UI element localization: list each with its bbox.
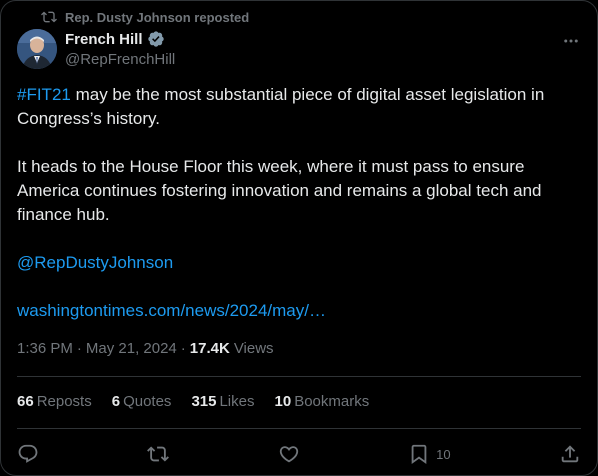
divider (17, 428, 581, 429)
action-bar: 10 (17, 441, 581, 467)
engagement-stats: 66 Reposts 6 Quotes 315 Likes 10 Bookmarks (17, 393, 369, 410)
tweet-time[interactable]: 1:36 PM (17, 340, 73, 357)
tweet-meta: 1:36 PM · May 21, 2024 · 17.4K Views (17, 340, 274, 357)
tweet-paragraph-1-text: may be the most substantial piece of dig… (17, 85, 545, 128)
verified-badge-icon (147, 30, 165, 48)
meta-separator: · (180, 340, 186, 357)
heart-icon (279, 446, 298, 463)
repost-button[interactable] (147, 443, 170, 465)
divider (17, 376, 581, 377)
share-icon (561, 445, 579, 463)
meta-separator: · (76, 340, 82, 357)
tweet-paragraph-1: #FIT21 may be the most substantial piece… (17, 83, 577, 131)
bookmark-count: 10 (436, 446, 451, 462)
likes-stat[interactable]: 315 Likes (191, 393, 254, 410)
bookmark-button[interactable]: 10 (408, 443, 451, 465)
tweet-text: #FIT21 may be the most substantial piece… (17, 83, 577, 323)
hashtag-link[interactable]: #FIT21 (17, 85, 71, 104)
mention-link[interactable]: @RepDustyJohnson (17, 253, 173, 272)
repost-icon (147, 446, 170, 462)
bookmarks-stat[interactable]: 10 Bookmarks (275, 393, 370, 410)
share-button[interactable] (559, 443, 581, 465)
tweet-card: Rep. Dusty Johnson reposted French Hill … (0, 0, 598, 476)
like-button[interactable] (278, 443, 300, 465)
repost-banner-text: Rep. Dusty Johnson reposted (65, 9, 250, 25)
reply-icon (18, 444, 38, 463)
quotes-stat[interactable]: 6 Quotes (112, 393, 172, 410)
views-label: Views (233, 340, 274, 357)
author-name[interactable]: French Hill (65, 31, 143, 48)
tweet-date[interactable]: May 21, 2024 (86, 340, 177, 357)
reply-button[interactable] (17, 443, 39, 465)
article-link[interactable]: washingtontimes.com/news/2024/may/… (17, 301, 326, 320)
author-block: French Hill @RepFrenchHill (65, 30, 175, 69)
more-dots-icon (564, 39, 578, 43)
bookmark-icon (411, 444, 427, 465)
repost-icon (41, 11, 57, 23)
avatar[interactable] (17, 29, 57, 69)
tweet-paragraph-2: It heads to the House Floor this week, w… (17, 157, 542, 224)
repost-banner[interactable]: Rep. Dusty Johnson reposted (41, 8, 249, 26)
views-count: 17.4K (189, 340, 230, 357)
more-options-button[interactable] (561, 31, 581, 51)
reposts-stat[interactable]: 66 Reposts (17, 393, 92, 410)
author-handle[interactable]: @RepFrenchHill (65, 51, 175, 68)
